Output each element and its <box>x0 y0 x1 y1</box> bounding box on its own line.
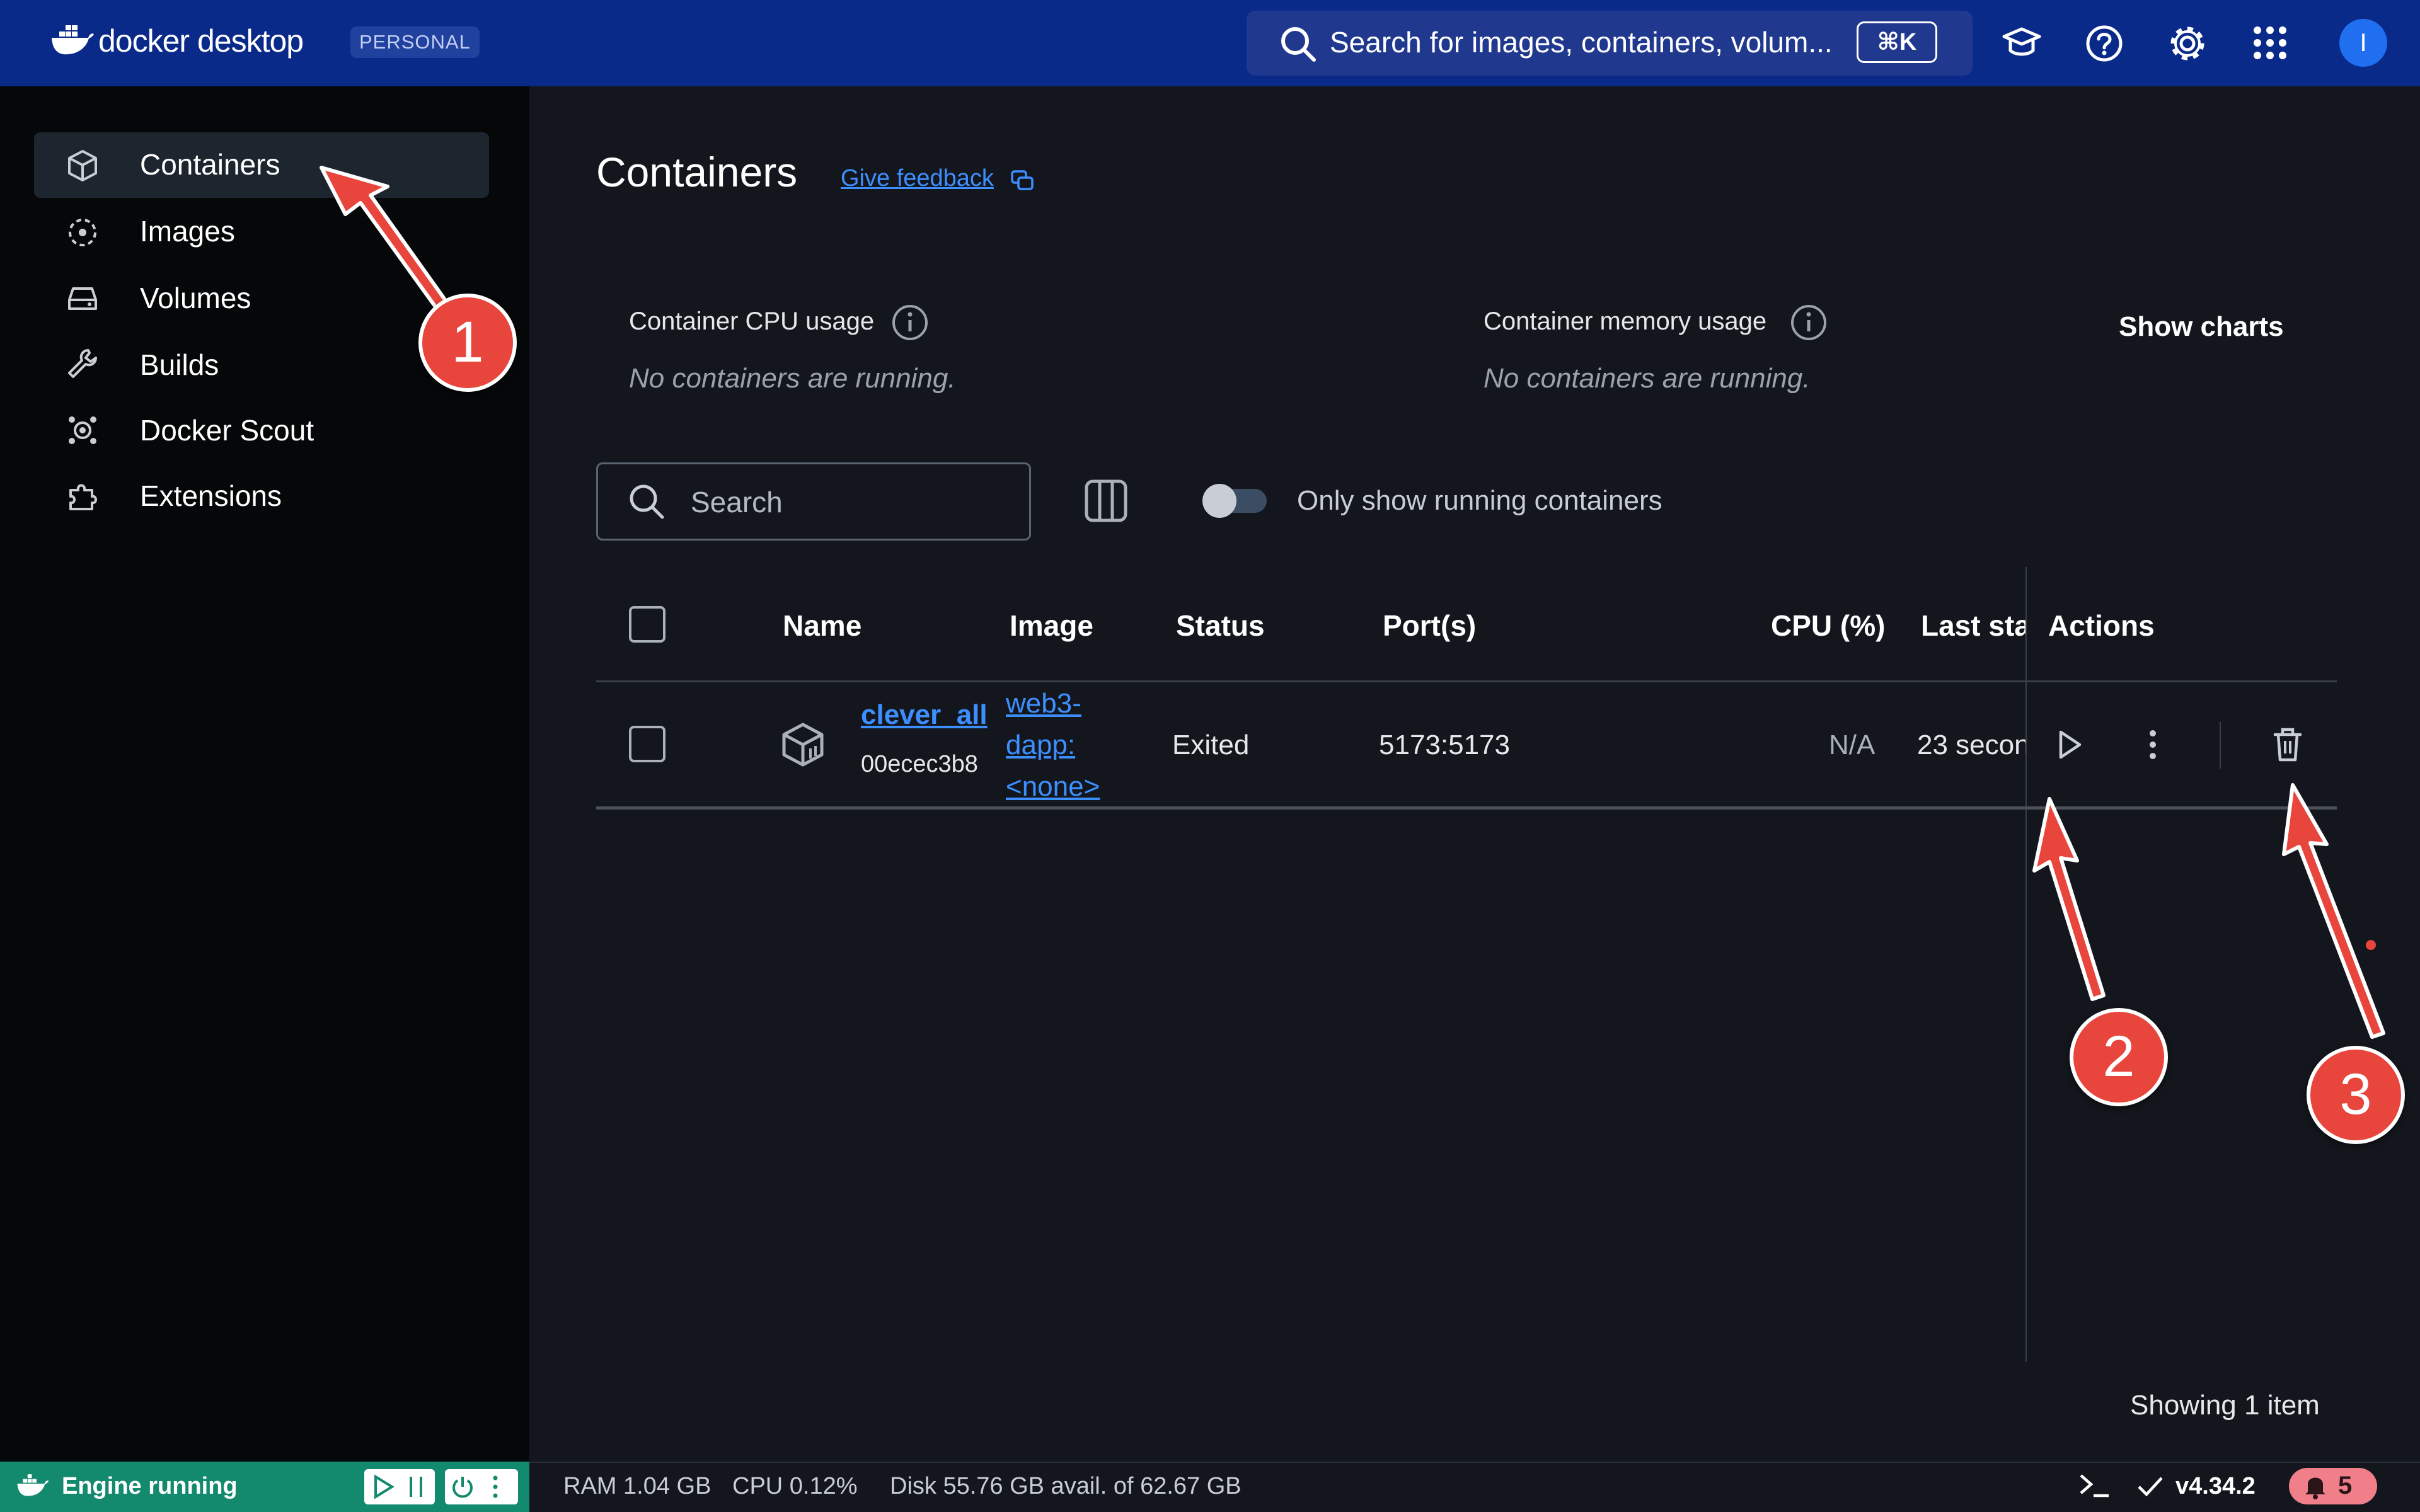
annotation-marker-1: 1 <box>418 294 517 392</box>
annotation-arrows <box>320 166 2385 1039</box>
annotation-marker-2: 2 <box>2070 1008 2168 1106</box>
annotation-marker-3: 3 <box>2307 1046 2405 1144</box>
